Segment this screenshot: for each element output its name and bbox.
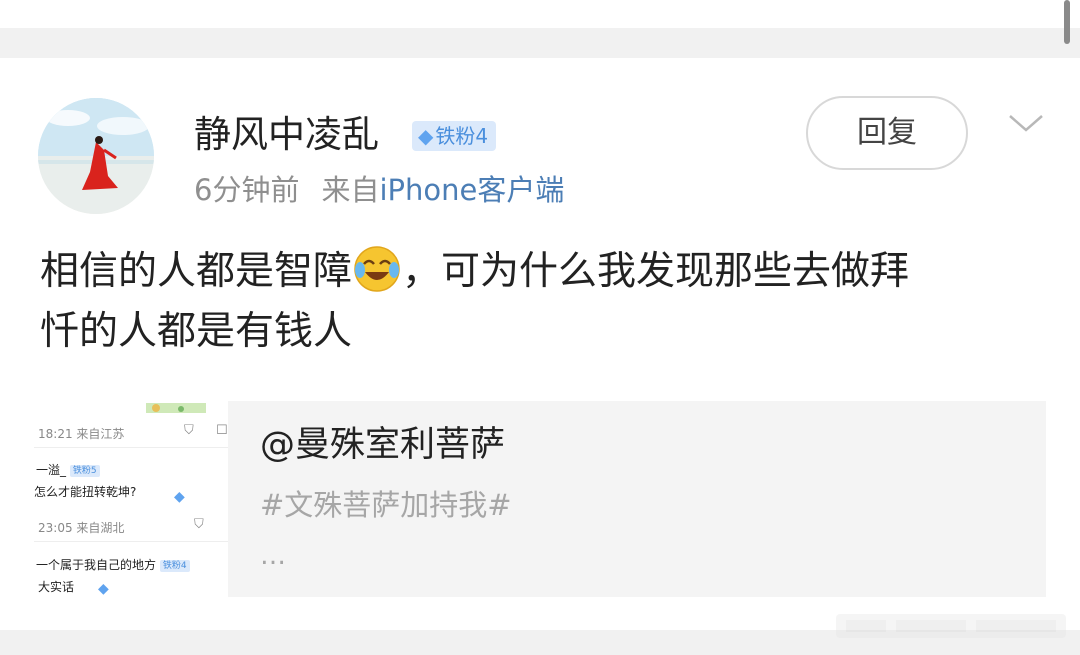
scrollbar-thumb[interactable] bbox=[1064, 0, 1070, 44]
thumbnail-divider bbox=[34, 541, 228, 542]
fan-level-badge[interactable]: ◆ 铁粉4 bbox=[412, 121, 497, 151]
username[interactable]: 静风中凌乱 bbox=[194, 112, 379, 158]
shield-icon: ⛉ bbox=[184, 423, 194, 438]
source-prefix: 来自 bbox=[321, 173, 380, 207]
previous-post-bottom bbox=[0, 0, 1080, 28]
thumbnail-divider bbox=[34, 447, 228, 448]
post-content: 相信的人都是智障 ，可为什么我发现那些去做拜 忏的人都是有钱人 bbox=[40, 242, 1050, 362]
post-text-line-2: 忏的人都是有钱人 bbox=[40, 309, 353, 354]
watermark bbox=[836, 614, 1066, 638]
edit-icon: ☐ bbox=[216, 423, 228, 438]
post-meta: 6分钟前 来自iPhone客户端 bbox=[194, 170, 564, 210]
post-text-line-1: 相信的人都是智障 ，可为什么我发现那些去做拜 bbox=[40, 242, 1050, 302]
thumbnail-row-name: 一溢_ 铁粉5 bbox=[36, 461, 100, 478]
thumbnail-row-text: 怎么才能扭转乾坤? bbox=[34, 485, 137, 499]
diamond-icon: ◆ bbox=[174, 489, 185, 505]
thumbnail-decoration bbox=[146, 403, 206, 413]
thumbnail-row-time: 18:21 来自江苏 bbox=[38, 427, 125, 441]
diamond-icon: ◆ bbox=[98, 581, 109, 597]
quoted-post-hashtag[interactable]: #文殊菩萨加持我# bbox=[260, 485, 512, 525]
post-separator-top bbox=[0, 28, 1080, 58]
user-avatar[interactable] bbox=[38, 98, 154, 214]
thumbnail-row-text: 一个属于我自己的地方 铁粉4 bbox=[36, 556, 190, 573]
shield-icon: ⛉ bbox=[194, 517, 204, 532]
laughing-crying-emoji-icon bbox=[354, 246, 400, 292]
quoted-post-thumbnail: 18:21 来自江苏 ⛉ ☐ 一溢_ 铁粉5 怎么才能扭转乾坤? ◆ 23:05… bbox=[34, 401, 228, 597]
diamond-icon: ◆ bbox=[418, 124, 434, 148]
thumbnail-row-text: 大实话 bbox=[38, 580, 75, 594]
post-source[interactable]: iPhone客户端 bbox=[379, 173, 564, 207]
badge-label: 铁粉4 bbox=[435, 124, 489, 148]
chevron-down-icon[interactable] bbox=[1006, 108, 1046, 138]
reply-button[interactable]: 回复 bbox=[806, 96, 968, 170]
thumbnail-row-time: 23:05 来自湖北 bbox=[38, 521, 125, 535]
post-time: 6分钟前 bbox=[194, 173, 300, 207]
quoted-post-ellipsis: … bbox=[260, 541, 286, 571]
quoted-post[interactable]: 18:21 来自江苏 ⛉ ☐ 一溢_ 铁粉5 怎么才能扭转乾坤? ◆ 23:05… bbox=[34, 401, 1046, 597]
avatar-photo bbox=[38, 98, 154, 214]
quoted-post-author[interactable]: @曼殊室利菩萨 bbox=[260, 421, 505, 469]
